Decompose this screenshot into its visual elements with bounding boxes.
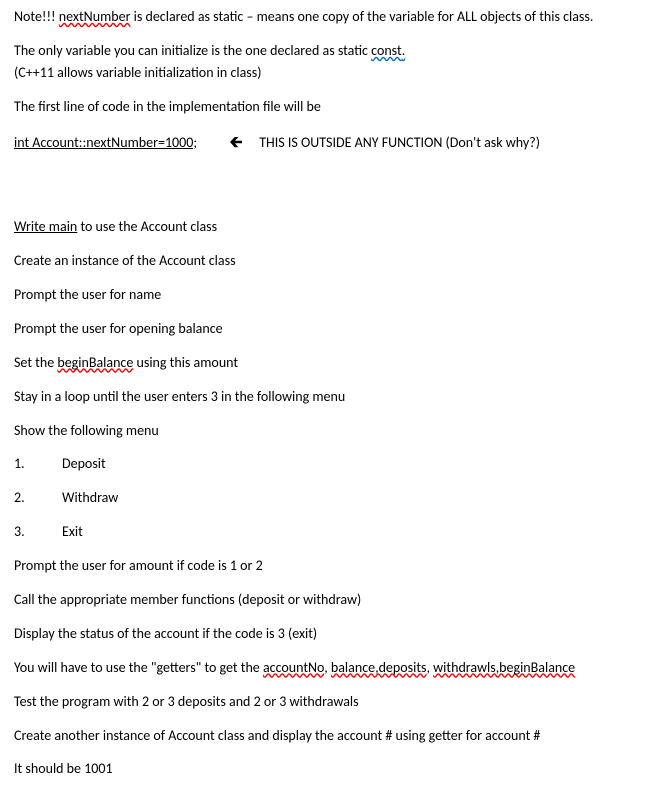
paragraph: Create another instance of Account class… — [14, 727, 632, 746]
menu-item: 2.Withdraw — [14, 489, 632, 508]
menu-label: Withdraw — [62, 489, 118, 506]
paragraph: Call the appropriate member functions (d… — [14, 591, 632, 610]
paragraph: Prompt the user for amount if code is 1 … — [14, 557, 632, 576]
grammar-word: const — [371, 42, 402, 59]
text: , — [324, 659, 331, 676]
text: Note!!! — [14, 8, 59, 25]
code-text: int Account — [14, 134, 79, 151]
paragraph: Write main to use the Account class — [14, 218, 632, 237]
paragraph: You will have to use the "getters" to ge… — [14, 659, 632, 678]
paragraph-note: Note!!! nextNumber is declared as static… — [14, 8, 632, 27]
paragraph: Create an instance of the Account class — [14, 252, 632, 271]
text: Set the — [14, 354, 57, 371]
text: using this amount — [133, 354, 238, 371]
spacer — [250, 134, 256, 151]
paragraph: Set the beginBalance using this amount — [14, 354, 632, 373]
spellcheck-word: balance,deposits — [331, 659, 427, 676]
menu-label: Deposit — [62, 455, 106, 472]
menu-number: 1. — [14, 455, 62, 474]
text: is declared as static – means one copy o… — [130, 8, 593, 25]
paragraph: Prompt the user for name — [14, 286, 632, 305]
paragraph: Test the program with 2 or 3 deposits an… — [14, 693, 632, 712]
code-text: nextNumber — [86, 134, 158, 151]
spellcheck-word: nextNumber — [59, 8, 131, 25]
arrow-left-icon: 🡰 — [230, 132, 243, 154]
text: to use the Account class — [77, 218, 217, 235]
menu-label: Exit — [62, 523, 83, 540]
menu-number: 3. — [14, 523, 62, 542]
paragraph: (C++11 allows variable initialization in… — [14, 64, 632, 83]
spellcheck-word: accountNo — [263, 659, 324, 676]
spellcheck-word: beginBalance — [57, 354, 133, 371]
code-line: int Account::nextNumber=1000; 🡰 THIS IS … — [14, 132, 632, 154]
menu-item: 3.Exit — [14, 523, 632, 542]
text: THIS IS OUTSIDE ANY FUNCTION (Don't ask … — [259, 134, 540, 151]
spellcheck-word: Write main — [14, 218, 77, 235]
text: You will have to use the "getters" to ge… — [14, 659, 263, 676]
paragraph: Show the following menu — [14, 422, 632, 441]
text: The only variable you can initialize is … — [14, 42, 371, 59]
menu-number: 2. — [14, 489, 62, 508]
menu-item: 1.Deposit — [14, 455, 632, 474]
paragraph: The first line of code in the implementa… — [14, 98, 632, 117]
paragraph: Stay in a loop until the user enters 3 i… — [14, 388, 632, 407]
paragraph: Display the status of the account if the… — [14, 625, 632, 644]
spacer — [14, 168, 632, 218]
menu-list: 1.Deposit 2.Withdraw 3.Exit — [14, 455, 632, 542]
paragraph: The only variable you can initialize is … — [14, 42, 632, 61]
spacer — [200, 134, 222, 151]
grammar-word: . — [402, 42, 406, 59]
paragraph: It should be 1001 — [14, 760, 632, 779]
code-text: =1000; — [158, 134, 197, 151]
spellcheck-word: withdrawls,beginBalance — [433, 659, 575, 676]
paragraph: Prompt the user for opening balance — [14, 320, 632, 339]
